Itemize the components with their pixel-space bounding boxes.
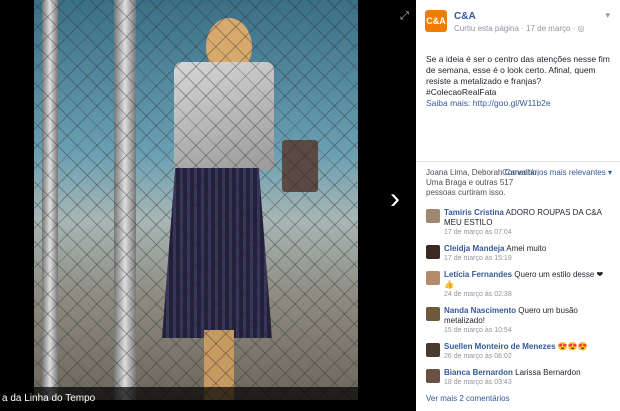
comment-item: Letícia Fernandes Quero um estilo desse … xyxy=(426,270,612,300)
comment-time[interactable]: 17 de março às 15:19 xyxy=(444,254,612,264)
commenter-avatar[interactable] xyxy=(426,343,440,357)
commenter-avatar[interactable] xyxy=(426,271,440,285)
comment-time[interactable]: 24 de março às 02:38 xyxy=(444,290,612,300)
page-name[interactable]: C&A xyxy=(454,11,476,22)
next-arrow-icon[interactable]: › xyxy=(390,184,406,214)
comment-item: Suellen Monteiro de Menezes 😍😍😍 26 de mar… xyxy=(426,342,612,362)
album-caption[interactable]: a da Linha do Tempo xyxy=(0,387,358,411)
commenter-avatar[interactable] xyxy=(426,209,440,223)
comment-time[interactable]: 17 de março às 07:04 xyxy=(444,228,612,238)
chevron-down-icon[interactable]: ▾ xyxy=(605,10,610,21)
post-meta: Curtiu esta página · 17 de março · ◎ xyxy=(454,24,585,33)
photo-viewer: a da Linha do Tempo › ⤢ xyxy=(0,0,416,411)
commenter-name[interactable]: Nanda Nascimento xyxy=(444,306,516,315)
comment-item: Bianca Bernardon Larissa Bernardon 18 de … xyxy=(426,368,612,388)
comment-time[interactable]: 15 de março às 10:54 xyxy=(444,326,612,336)
more-comments-link[interactable]: Ver mais 2 comentários xyxy=(416,388,620,409)
commenter-name[interactable]: Letícia Fernandes xyxy=(444,270,512,279)
comment-text: Larissa Bernardon xyxy=(515,368,581,377)
commenter-avatar[interactable] xyxy=(426,245,440,259)
comment-text: Amei muito xyxy=(506,244,547,253)
post-header: C&A C&A Curtiu esta página · 17 de março… xyxy=(416,0,620,46)
sort-comments-button[interactable]: Comentários mais relevantes ▾ xyxy=(502,168,612,178)
likes-summary: Joana Lima, Deborah Carvalho, Uma Braga … xyxy=(416,162,620,198)
post-text: Se a ideia é ser o centro das atenções n… xyxy=(416,46,620,109)
comment-item: Tamiris Cristina ADORO ROUPAS DA C&A MEU… xyxy=(426,208,612,238)
comment-text: 😍😍😍 xyxy=(557,342,588,351)
post-link[interactable]: Saiba mais: http://goo.gl/W11b2e xyxy=(426,98,610,109)
comment-item: Nanda Nascimento Quero um busão metaliza… xyxy=(426,306,612,336)
comment-item: Cleidja Mandeja Amei muito 17 de março às… xyxy=(426,244,612,264)
commenter-name[interactable]: Cleidja Mandeja xyxy=(444,244,504,253)
post-photo[interactable] xyxy=(34,0,358,400)
expand-icon[interactable]: ⤢ xyxy=(400,10,409,23)
page-avatar[interactable]: C&A xyxy=(425,10,447,32)
post-sidebar: C&A C&A Curtiu esta página · 17 de março… xyxy=(416,0,620,411)
chain-link-fence xyxy=(34,0,358,400)
comment-time[interactable]: 26 de março às 06:02 xyxy=(444,352,612,362)
commenter-name[interactable]: Bianca Bernardon xyxy=(444,368,513,377)
post-body: Se a ideia é ser o centro das atenções n… xyxy=(426,54,610,97)
comment-time[interactable]: 18 de março às 03:43 xyxy=(444,378,612,388)
commenter-avatar[interactable] xyxy=(426,369,440,383)
commenter-name[interactable]: Tamiris Cristina xyxy=(444,208,504,217)
commenter-avatar[interactable] xyxy=(426,307,440,321)
commenter-name[interactable]: Suellen Monteiro de Menezes xyxy=(444,342,556,351)
comment-list: Tamiris Cristina ADORO ROUPAS DA C&A MEU… xyxy=(416,198,620,388)
